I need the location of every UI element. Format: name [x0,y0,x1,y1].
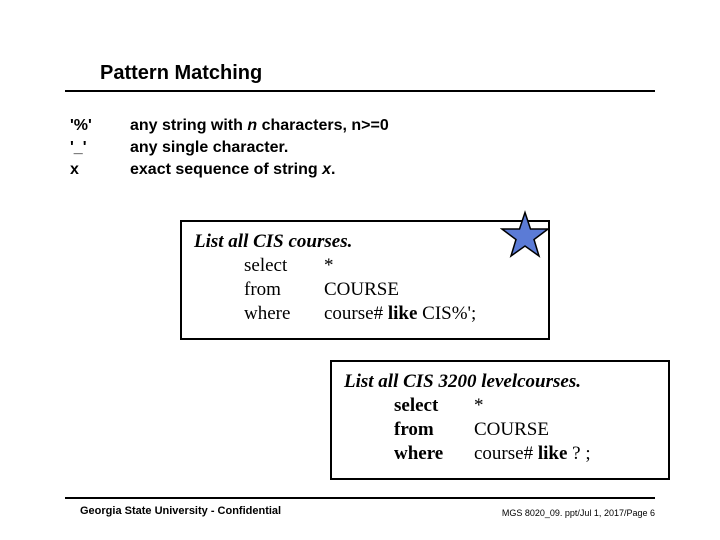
text: course# [324,303,388,324]
example-box-1: List all CIS courses. select * from COUR… [180,220,550,340]
text-italic: x [322,161,331,178]
pattern-row: '%' any string with n characters, n>=0 [70,115,389,137]
text-italic: n [247,117,257,134]
text: any string with [130,117,247,134]
keyword-like: like [388,303,418,324]
slide: Pattern Matching '%' any string with n c… [0,0,720,540]
value: COURSE [474,418,549,442]
pattern-symbol: '_' [70,137,130,159]
pattern-symbol: '%' [70,115,130,137]
pattern-desc: exact sequence of string x. [130,159,335,181]
query-line: where course# like ? ; [394,442,656,466]
value: * [324,254,334,278]
pattern-row: x exact sequence of string x. [70,159,389,181]
keyword: from [394,418,474,442]
text: . [331,161,335,178]
pattern-desc: any single character. [130,137,288,159]
keyword: from [244,278,324,302]
example-head: List all CIS courses. [194,230,536,254]
star-icon [500,210,550,260]
page-title: Pattern Matching [100,62,262,85]
text: exact sequence of string [130,161,322,178]
divider-bottom [65,497,655,499]
text: characters, n>=0 [257,117,389,134]
value: * [474,394,484,418]
example-box-2: List all CIS 3200 levelcourses. select *… [330,360,670,480]
keyword: where [244,302,324,326]
pattern-symbol: x [70,159,130,181]
text: course# [474,443,538,464]
query-line: select * [244,254,536,278]
pattern-row: '_' any single character. [70,137,389,159]
keyword: select [394,394,474,418]
keyword: select [244,254,324,278]
query-line: where course# like CIS%'; [244,302,536,326]
pattern-desc: any string with n characters, n>=0 [130,115,389,137]
footer-right: MGS 8020_09. ppt/Jul 1, 2017/Page 6 [502,508,655,518]
text: ? ; [567,443,590,464]
text: CIS%'; [417,303,476,324]
value: COURSE [324,278,399,302]
value: course# like ? ; [474,442,591,466]
pattern-list: '%' any string with n characters, n>=0 '… [70,115,389,181]
text: any single character. [130,139,288,156]
value: course# like CIS%'; [324,302,476,326]
keyword-like: like [538,443,568,464]
divider-top [65,90,655,92]
query-line: select * [394,394,656,418]
keyword: where [394,442,474,466]
query-line: from COURSE [394,418,656,442]
query-line: from COURSE [244,278,536,302]
example-head: List all CIS 3200 levelcourses. [344,370,656,394]
footer-left: Georgia State University - Confidential [80,505,281,517]
